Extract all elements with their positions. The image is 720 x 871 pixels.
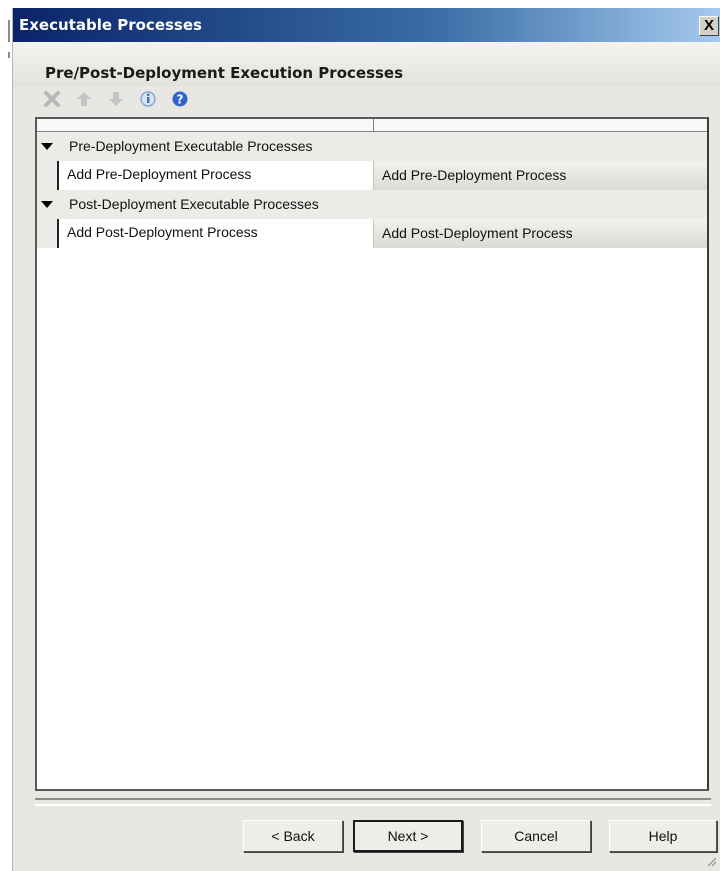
collapse-arrow-icon[interactable] bbox=[41, 201, 53, 208]
window-title: Executable Processes bbox=[19, 16, 202, 34]
delete-icon bbox=[44, 91, 60, 107]
column-divider[interactable] bbox=[373, 119, 374, 131]
footer-separator bbox=[35, 798, 711, 806]
svg-text:?: ? bbox=[177, 93, 184, 107]
back-button[interactable]: < Back bbox=[243, 820, 343, 852]
toolbar: ? bbox=[39, 86, 193, 112]
delete-button[interactable] bbox=[39, 88, 65, 110]
property-name: Add Post-Deployment Process bbox=[67, 224, 258, 240]
help-icon: ? bbox=[172, 91, 188, 107]
info-button[interactable] bbox=[135, 88, 161, 110]
left-edge bbox=[0, 0, 12, 871]
collapse-arrow-icon[interactable] bbox=[41, 143, 53, 150]
property-value: Add Post-Deployment Process bbox=[382, 225, 573, 241]
info-icon bbox=[140, 91, 156, 107]
header-area: Pre/Post-Deployment Execution Processes bbox=[13, 42, 720, 86]
move-up-button[interactable] bbox=[71, 88, 97, 110]
close-button[interactable]: X bbox=[699, 16, 719, 36]
move-down-button[interactable] bbox=[103, 88, 129, 110]
executable-processes-dialog: Executable Processes X Pre/Post-Deployme… bbox=[12, 8, 720, 871]
help-button[interactable]: Help bbox=[609, 820, 717, 852]
help-button-toolbar[interactable]: ? bbox=[167, 88, 193, 110]
cancel-button[interactable]: Cancel bbox=[481, 820, 591, 852]
category-row-post-deployment[interactable]: Post-Deployment Executable Processes bbox=[37, 190, 707, 219]
property-row-add-post-deployment[interactable]: Add Post-Deployment Process Add Post-Dep… bbox=[37, 219, 707, 248]
row-gutter bbox=[37, 161, 59, 190]
move-down-icon bbox=[109, 92, 123, 106]
grid-header bbox=[37, 119, 707, 132]
property-row-add-pre-deployment[interactable]: Add Pre-Deployment Process Add Pre-Deplo… bbox=[37, 161, 707, 190]
add-pre-deployment-process-button[interactable]: Add Pre-Deployment Process bbox=[373, 161, 707, 190]
edge-mark bbox=[8, 20, 10, 42]
next-button[interactable]: Next > bbox=[353, 820, 463, 852]
category-row-pre-deployment[interactable]: Pre-Deployment Executable Processes bbox=[37, 132, 707, 161]
category-label: Post-Deployment Executable Processes bbox=[69, 196, 319, 212]
move-up-icon bbox=[77, 92, 91, 106]
page-subtitle: Pre/Post-Deployment Execution Processes bbox=[45, 64, 404, 82]
resize-grip-icon[interactable] bbox=[705, 855, 717, 867]
property-name: Add Pre-Deployment Process bbox=[67, 166, 252, 182]
title-bar[interactable]: Executable Processes X bbox=[13, 8, 720, 42]
property-grid: Pre-Deployment Executable Processes Add … bbox=[35, 117, 709, 791]
add-post-deployment-process-button[interactable]: Add Post-Deployment Process bbox=[373, 219, 707, 248]
edge-mark bbox=[8, 52, 10, 58]
category-label: Pre-Deployment Executable Processes bbox=[69, 138, 313, 154]
row-gutter bbox=[37, 219, 59, 248]
property-value: Add Pre-Deployment Process bbox=[382, 167, 567, 183]
